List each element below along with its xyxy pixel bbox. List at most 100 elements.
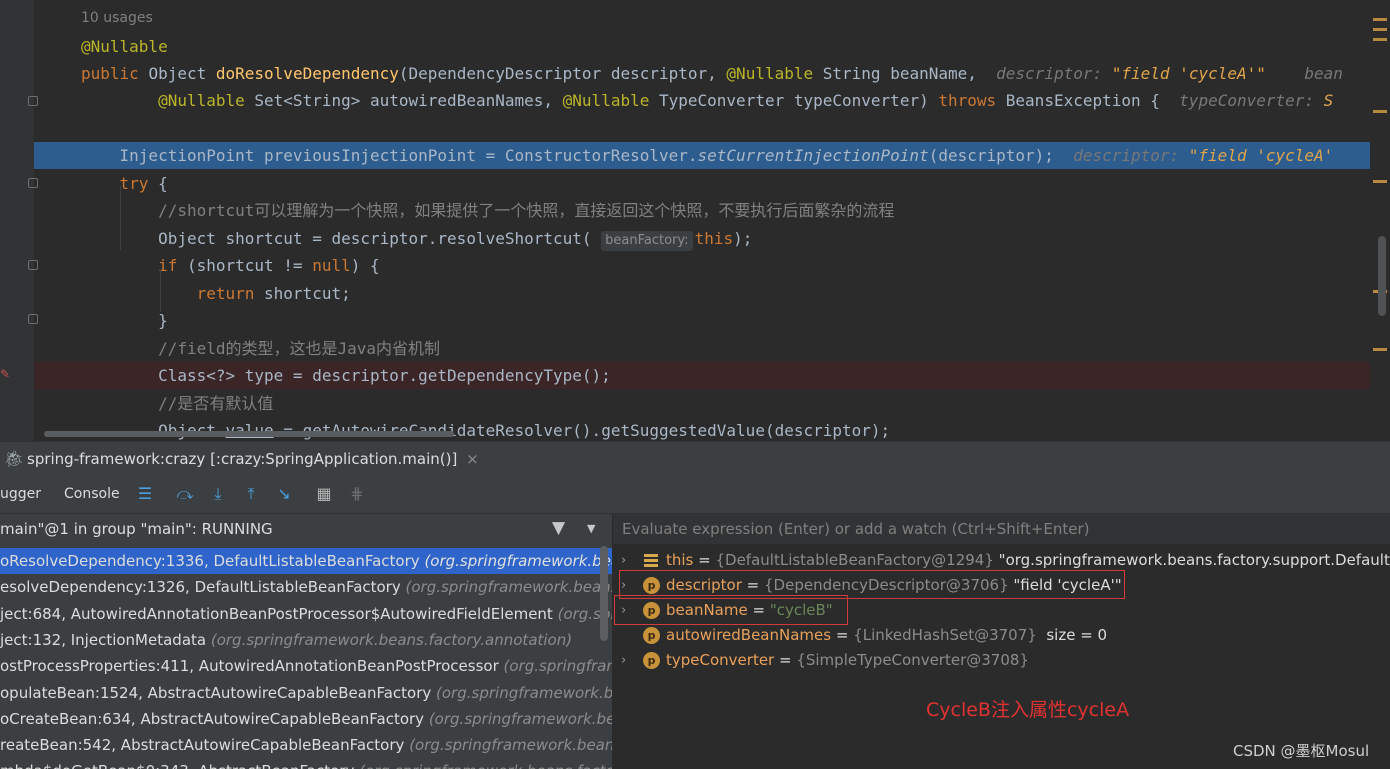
- fold-icon[interactable]: [28, 260, 38, 270]
- warning-mark[interactable]: [1373, 28, 1387, 31]
- code-token: throws: [938, 91, 1006, 110]
- fold-icon[interactable]: [28, 96, 38, 106]
- code-token: (descriptor);: [928, 146, 1074, 165]
- variable-name: typeConverter: [666, 651, 775, 669]
- code-token: setCurrentInjectionPoint: [697, 146, 929, 165]
- code-line[interactable]: try {: [0, 170, 1390, 197]
- parameter-badge-icon: p: [643, 652, 660, 669]
- stack-frame[interactable]: esolveDependency:1326, DefaultListableBe…: [0, 574, 612, 600]
- code-token: //shortcut可以理解为一个快照，如果提供了一个快照，直接返回这个快照，不…: [158, 201, 895, 220]
- variable-row[interactable]: › p typeConverter = {SimpleTypeConverter@3…: [613, 648, 1390, 673]
- code-token: null: [312, 256, 351, 275]
- menu-lines-icon[interactable]: ☰: [135, 483, 155, 505]
- code-line[interactable]: //field的类型，这也是Java内省机制: [0, 335, 1390, 362]
- breakpoint-icon[interactable]: ✎: [0, 366, 14, 382]
- frame-package: (org.springframework.beans.factor: [359, 762, 612, 769]
- frame-package: (org.springframework.bean: [436, 683, 612, 702]
- error-stripe: [1370, 0, 1390, 441]
- code-token: ) {: [350, 256, 380, 275]
- code-token: @Nullable: [81, 37, 168, 56]
- frame-method: oResolveDependency:1336, DefaultListable…: [0, 552, 425, 570]
- code-line[interactable]: @Nullable: [0, 33, 1390, 60]
- warning-mark[interactable]: [1373, 38, 1387, 41]
- code-line[interactable]: return shortcut;: [0, 280, 1390, 307]
- code-token: doResolveDependency: [215, 64, 399, 83]
- frames-header: main"@1 in group "main": RUNNING ▼ ▼: [0, 514, 612, 544]
- frame-method: ject:132, InjectionMetadata: [0, 630, 211, 649]
- annotation-text: CycleB注入属性cycleA: [926, 699, 1130, 721]
- variable-value: size = 0: [1036, 626, 1108, 644]
- code-line[interactable]: [0, 114, 1390, 141]
- bug-icon: 🐞︎: [4, 449, 25, 468]
- stack-frame[interactable]: opulateBean:1524, AbstractAutowireCapabl…: [0, 680, 612, 706]
- variable-type: {LinkedHashSet@3707}: [853, 626, 1037, 644]
- filter-icon[interactable]: ▼: [552, 518, 565, 538]
- stack-frame[interactable]: ostProcessProperties:411, AutowiredAnnot…: [0, 653, 612, 679]
- code-line[interactable]: Object shortcut = descriptor.resolveShor…: [0, 225, 1390, 252]
- warning-mark[interactable]: [1373, 348, 1387, 351]
- code-token: String beanName,: [813, 64, 997, 83]
- fold-icon[interactable]: [28, 178, 38, 188]
- equals-sign: =: [693, 551, 716, 569]
- code-token: @Nullable: [726, 64, 814, 83]
- code-token: public: [81, 64, 149, 83]
- code-token: if: [158, 256, 187, 275]
- code-token: BeansException {: [1005, 91, 1180, 110]
- code-token: );: [733, 229, 753, 248]
- chevron-right-icon[interactable]: ›: [621, 648, 626, 673]
- run-to-cursor-icon[interactable]: ↘: [274, 483, 294, 505]
- warning-mark[interactable]: [1373, 180, 1387, 183]
- code-token: InjectionPoint previousInjectionPoint = …: [81, 146, 698, 165]
- frame-method: oCreateBean:634, AbstractAutowireCapable…: [0, 709, 429, 728]
- step-over-icon[interactable]: ⤼: [175, 483, 195, 505]
- frames-list: oResolveDependency:1336, DefaultListable…: [0, 544, 612, 769]
- stack-frame[interactable]: oCreateBean:634, AbstractAutowireCapable…: [0, 706, 612, 732]
- code-line[interactable]: public Object doResolveDependency(Depend…: [0, 60, 1390, 87]
- code-token: }: [81, 311, 168, 330]
- step-into-icon[interactable]: ⤓: [208, 483, 228, 505]
- code-line[interactable]: InjectionPoint previousInjectionPoint = …: [34, 142, 1390, 169]
- stack-frame[interactable]: mbda$doGetBean$0:343, AbstractBeanFactor…: [0, 758, 612, 769]
- frame-method: ject:684, AutowiredAnnotationBeanPostPro…: [0, 604, 558, 623]
- warning-mark[interactable]: [1373, 18, 1387, 21]
- step-out-icon[interactable]: ⤒: [241, 483, 261, 505]
- variable-value: "org.springframework.beans.factory.suppo…: [998, 551, 1390, 569]
- code-line[interactable]: //shortcut可以理解为一个快照，如果提供了一个快照，直接返回这个快照，不…: [0, 197, 1390, 224]
- variable-row[interactable]: p autowiredBeanNames = {LinkedHashSet@370…: [613, 623, 1390, 648]
- inlay-hint: S: [1323, 91, 1334, 110]
- trace-icon[interactable]: ⋕: [347, 483, 367, 505]
- code-editor[interactable]: 10 usages @Nullable public Object doResol…: [0, 0, 1390, 441]
- evaluate-expression-input[interactable]: Evaluate expression (Enter) or add a wat…: [613, 514, 1390, 544]
- frame-package: (org.springframework.beans.factory.annot…: [210, 630, 573, 649]
- code-line[interactable]: Object value = getAutowireCandidateResol…: [0, 417, 1390, 441]
- fold-icon[interactable]: [28, 314, 38, 324]
- editor-horizontal-scrollbar[interactable]: [44, 431, 454, 437]
- frames-scrollbar[interactable]: [600, 546, 608, 641]
- stack-frame[interactable]: ject:132, InjectionMetadata (org.springf…: [0, 627, 612, 653]
- debug-session-tab[interactable]: spring-framework:crazy [:crazy:SpringApp…: [27, 450, 479, 468]
- code-line[interactable]: }: [0, 307, 1390, 334]
- code-line[interactable]: @Nullable Set<String> autowiredBeanNames…: [0, 87, 1390, 114]
- usages-hint[interactable]: 10 usages: [81, 10, 153, 26]
- code-line[interactable]: //是否有默认值: [0, 390, 1390, 417]
- code-token: TypeConverter typeConverter): [649, 91, 939, 110]
- editor-vertical-scrollbar[interactable]: [1378, 236, 1386, 316]
- stack-frame[interactable]: ject:684, AutowiredAnnotationBeanPostPro…: [0, 601, 612, 627]
- tab-console[interactable]: Console: [64, 486, 120, 502]
- tab-debugger[interactable]: ugger: [0, 486, 41, 502]
- stack-frame[interactable]: reateBean:542, AbstractAutowireCapableBe…: [0, 732, 612, 758]
- variable-name: autowiredBeanNames: [666, 626, 832, 644]
- frame-method: reateBean:542, AbstractAutowireCapableBe…: [0, 736, 410, 755]
- thread-selector[interactable]: main"@1 in group "main": RUNNING: [0, 520, 273, 538]
- evaluate-table-icon[interactable]: ▦: [314, 483, 334, 505]
- close-icon[interactable]: ×: [466, 450, 479, 468]
- chevron-down-icon[interactable]: ▼: [587, 522, 595, 535]
- warning-mark[interactable]: [1373, 110, 1387, 113]
- code-token: (shortcut !=: [186, 256, 313, 275]
- code-line[interactable]: Class<?> type = descriptor.getDependency…: [34, 362, 1390, 389]
- stack-frame[interactable]: oResolveDependency:1336, DefaultListable…: [0, 548, 612, 574]
- code-line[interactable]: if (shortcut != null) {: [0, 252, 1390, 279]
